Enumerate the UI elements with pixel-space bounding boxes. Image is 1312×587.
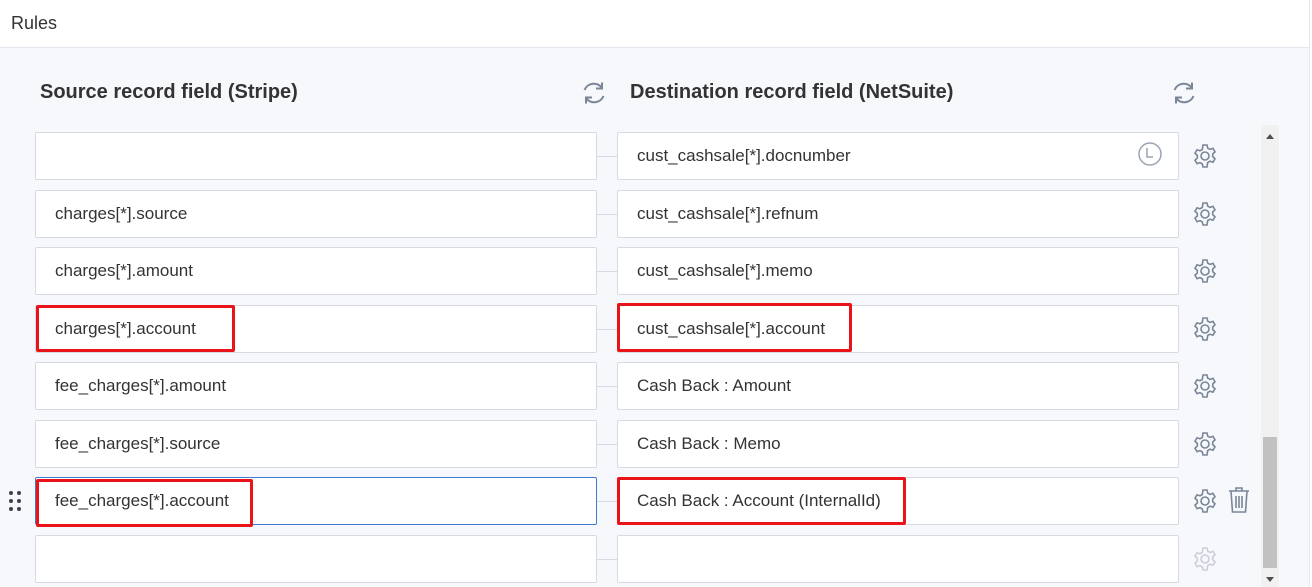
- trash-icon[interactable]: [1226, 485, 1252, 515]
- destination-column-title: Destination record field (NetSuite): [630, 81, 954, 103]
- destination-field[interactable]: Cash Back : Memo: [617, 420, 1179, 468]
- row-connector: [597, 559, 617, 560]
- row-connector: [597, 386, 617, 387]
- drag-handle-icon[interactable]: [7, 489, 23, 513]
- gear-icon[interactable]: [1191, 430, 1219, 458]
- gear-icon[interactable]: [1191, 257, 1219, 285]
- scrollbar-thumb[interactable]: [1263, 437, 1277, 568]
- destination-field[interactable]: cust_cashsale[*].memo: [617, 247, 1179, 295]
- scroll-up-arrow-icon[interactable]: [1261, 125, 1279, 147]
- destination-field[interactable]: cust_cashsale[*].docnumber: [617, 132, 1179, 180]
- row-connector: [597, 214, 617, 215]
- source-field[interactable]: fee_charges[*].amount: [35, 362, 597, 410]
- source-field[interactable]: charges[*].account: [35, 305, 597, 353]
- gear-icon[interactable]: [1191, 487, 1219, 515]
- source-field[interactable]: charges[*].amount: [35, 247, 597, 295]
- source-field[interactable]: [35, 132, 597, 180]
- rules-header: Rules: [0, 0, 1310, 48]
- source-column-title: Source record field (Stripe): [40, 81, 298, 103]
- row-connector: [597, 501, 617, 502]
- gear-icon[interactable]: [1191, 142, 1219, 170]
- page-title: Rules: [11, 13, 58, 33]
- destination-field[interactable]: cust_cashsale[*].refnum: [617, 190, 1179, 238]
- refresh-icon[interactable]: [1170, 79, 1198, 107]
- source-field[interactable]: fee_charges[*].source: [35, 420, 597, 468]
- clock-icon[interactable]: [1137, 141, 1163, 167]
- destination-field[interactable]: Cash Back : Account (InternalId): [617, 477, 1179, 525]
- source-field[interactable]: fee_charges[*].account: [35, 477, 597, 525]
- destination-field[interactable]: cust_cashsale[*].account: [617, 305, 1179, 353]
- row-connector: [597, 156, 617, 157]
- gear-icon[interactable]: [1191, 315, 1219, 343]
- gear-icon[interactable]: [1191, 372, 1219, 400]
- row-connector: [597, 329, 617, 330]
- destination-field[interactable]: [617, 535, 1179, 583]
- gear-icon: [1193, 547, 1217, 571]
- scroll-down-arrow-icon[interactable]: [1261, 569, 1279, 587]
- row-connector: [597, 271, 617, 272]
- destination-field[interactable]: Cash Back : Amount: [617, 362, 1179, 410]
- refresh-icon[interactable]: [580, 79, 608, 107]
- source-field[interactable]: [35, 535, 597, 583]
- source-field[interactable]: charges[*].source: [35, 190, 597, 238]
- row-connector: [597, 444, 617, 445]
- gear-icon[interactable]: [1191, 200, 1219, 228]
